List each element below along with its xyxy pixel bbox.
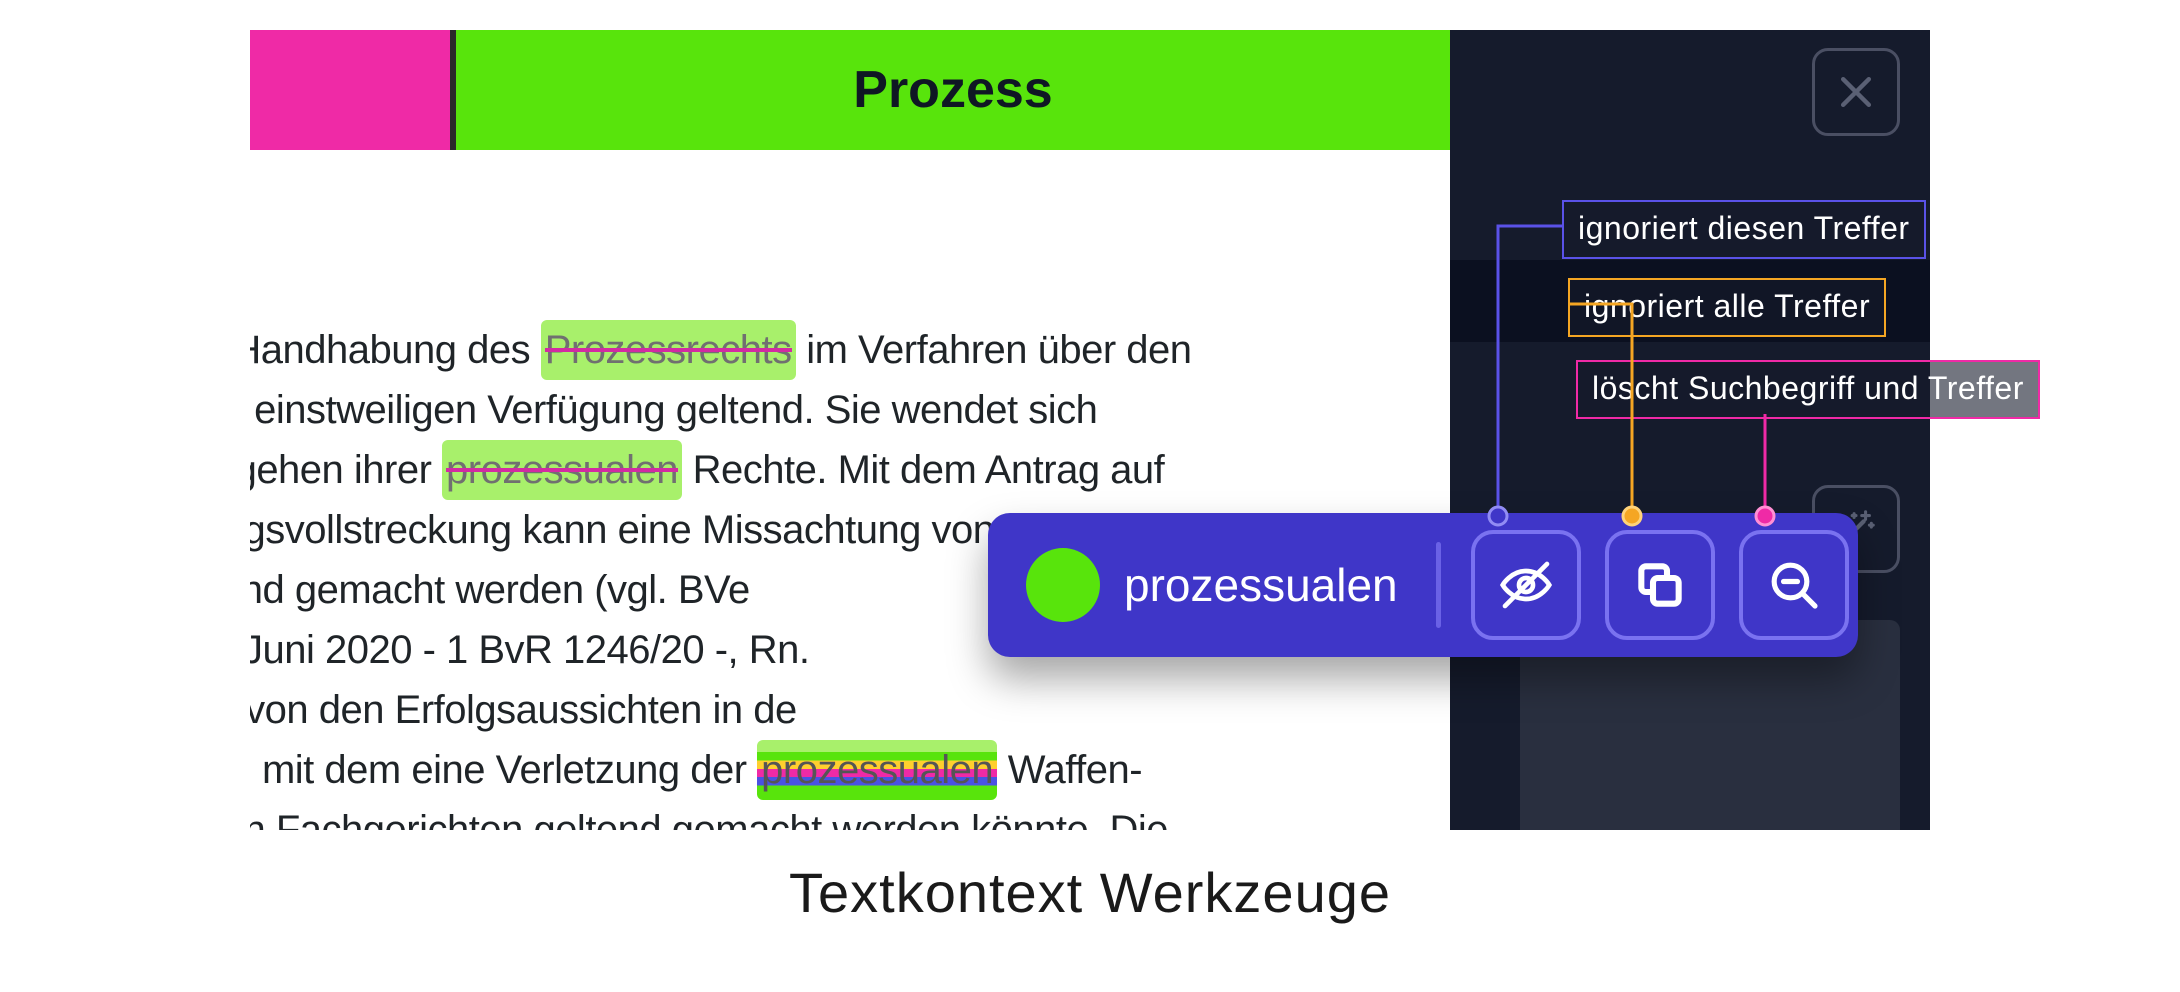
doc-text-fragment: Rechte. Mit dem Antrag auf: [682, 448, 1164, 492]
ignore-this-hit-button[interactable]: [1471, 530, 1581, 640]
ignore-all-hits-button[interactable]: [1605, 530, 1715, 640]
header-title-bar: Prozess: [450, 30, 1450, 150]
header-title: Prozess: [853, 60, 1052, 120]
doc-text-fragment: elf, mit dem eine Verletzung der: [250, 748, 757, 792]
doc-text-fragment: Waffen-: [997, 748, 1142, 792]
figure-caption: Textkontext Werkzeuge: [0, 860, 2180, 925]
doc-text-line: den Fachgerichten geltend gemacht werden…: [250, 800, 1410, 830]
search-hit[interactable]: Prozessrechts: [541, 320, 796, 380]
figure-stage: Prozess e Handhabung des Prozessrechts i…: [250, 30, 1930, 830]
doc-text-line: er von den Erfolgsaussichten in de: [250, 680, 1410, 740]
doc-text-line: en einstweiligen Verfügung geltend. Sie …: [250, 380, 1410, 440]
eye-off-icon: [1498, 557, 1554, 613]
document-viewport: e Handhabung des Prozessrechts im Verfah…: [250, 150, 1450, 830]
context-toolbar: prozessualen: [988, 513, 1858, 657]
app-header: Prozess: [250, 30, 1930, 150]
header-accent-magenta: [250, 30, 450, 150]
callout-ignore-one: ignoriert diesen Treffer: [1562, 200, 1926, 259]
delete-term-button[interactable]: [1739, 530, 1849, 640]
doc-text-fragment: ergehen ihrer: [250, 448, 442, 492]
toolbar-divider: [1436, 542, 1441, 628]
close-icon: [1834, 70, 1878, 114]
context-term-label: prozessualen: [1124, 558, 1398, 612]
doc-text-fragment: im Verfahren über den: [796, 328, 1192, 372]
overlap-squares-icon: [1632, 557, 1688, 613]
callout-delete: löscht Suchbegriff und Treffer: [1576, 360, 2040, 419]
doc-text-fragment: e Handhabung des: [250, 328, 541, 372]
header-dark-region: [1450, 30, 1930, 150]
callout-ignore-all: ignoriert alle Treffer: [1568, 278, 1886, 337]
term-color-dot: [1026, 548, 1100, 622]
search-hit-active[interactable]: prozessualen: [757, 740, 997, 800]
zoom-out-icon: [1766, 557, 1822, 613]
close-button[interactable]: [1812, 48, 1900, 136]
search-hit[interactable]: prozessualen: [442, 440, 682, 500]
